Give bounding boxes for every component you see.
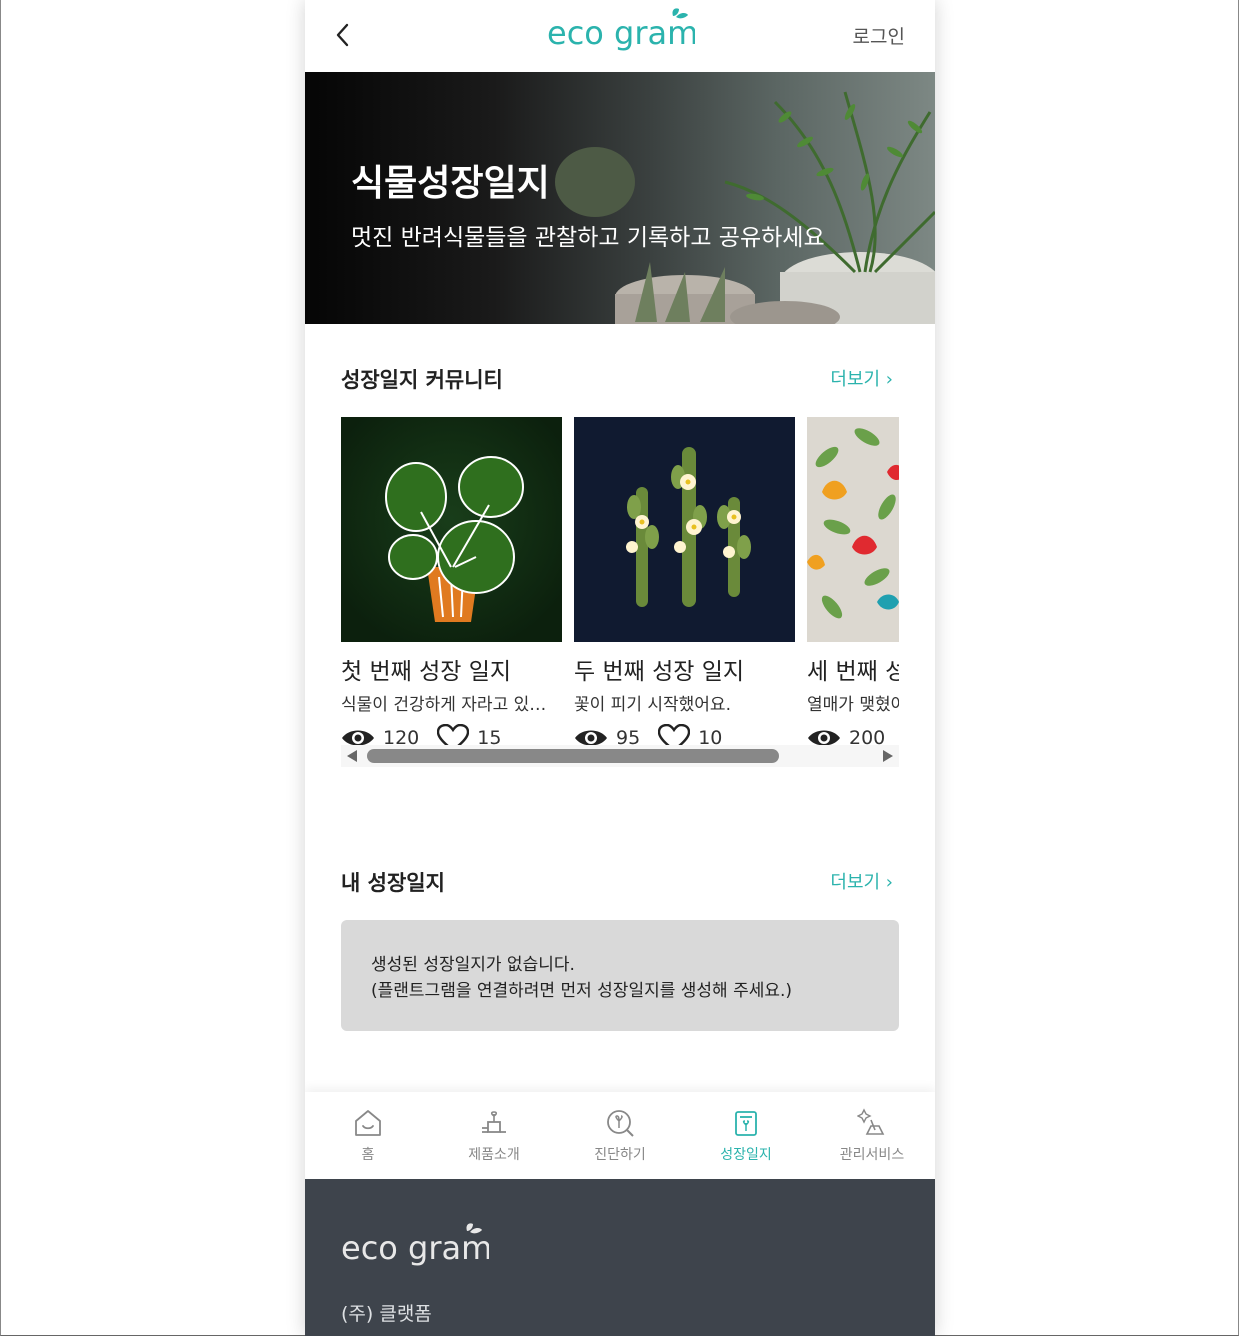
top-header: eco gram 로그인: [305, 0, 935, 72]
login-button[interactable]: 로그인: [853, 22, 905, 49]
monstera-image: [341, 417, 562, 642]
community-carousel[interactable]: 첫 번째 성장 일지 식물이 건강하게 자라고 있어요. 120 15 두 번째…: [341, 417, 899, 747]
card-title: 세 번째 성장 일지: [807, 659, 899, 685]
floral-pattern-image: [807, 417, 899, 642]
footer-company-name: (주) 클랫폼: [341, 1303, 432, 1325]
eco-gram-logo[interactable]: eco gram: [545, 4, 695, 56]
flowering-cactus-image: [574, 417, 795, 642]
community-more-link[interactable]: 더보기 ›: [830, 365, 893, 391]
card-stats: 120 15: [341, 721, 562, 747]
heart-icon[interactable]: [437, 724, 470, 747]
my-journal-section-title: 내 성장일지: [341, 871, 445, 895]
product-icon: [482, 1111, 506, 1133]
my-journal-more-link[interactable]: 더보기 ›: [830, 868, 893, 894]
view-count: 200: [849, 727, 886, 747]
diagnose-icon: [607, 1110, 634, 1137]
scroll-left-arrow-icon[interactable]: [347, 750, 357, 762]
nav-item-diagnose[interactable]: 진단하기: [557, 1092, 683, 1179]
hero-title: 식물성장일지: [351, 163, 550, 204]
eye-icon: [808, 730, 840, 746]
view-count: 95: [616, 727, 641, 747]
eye-icon: [575, 730, 607, 746]
svg-text:eco gram: eco gram: [341, 1229, 489, 1267]
journal-card[interactable]: 두 번째 성장 일지 꽃이 피기 시작했어요. 95 10: [574, 417, 795, 747]
card-title: 두 번째 성장 일지: [574, 659, 745, 685]
card-title: 첫 번째 성장 일지: [341, 659, 512, 685]
card-description: 식물이 건강하게 자라고 있어요.: [341, 695, 556, 715]
heart-icon[interactable]: [658, 724, 691, 747]
nav-label: 진단하기: [594, 1147, 646, 1163]
card-description: 꽃이 피기 시작했어요.: [574, 695, 731, 715]
bottom-navigation: 홈 제품소개 진단하기 성장일지 관리서비스: [305, 1092, 935, 1179]
like-count: 10: [698, 727, 723, 747]
journal-card[interactable]: 세 번째 성장 일지 열매가 맺혔어요. 200: [807, 417, 899, 747]
nav-item-home[interactable]: 홈: [305, 1092, 431, 1179]
community-section-title: 성장일지 커뮤니티: [341, 368, 503, 392]
footer-eco-gram-logo[interactable]: eco gram: [339, 1219, 489, 1271]
nav-label: 성장일지: [720, 1147, 772, 1163]
card-stats: 200: [807, 721, 899, 747]
nav-label: 관리서비스: [839, 1147, 905, 1163]
app-screen: eco gram 로그인 식물성장일지 멋진 반려식물들을 관찰하고 기록하고 …: [305, 0, 935, 1336]
svg-text:eco gram: eco gram: [547, 14, 695, 52]
like-count: 15: [477, 727, 502, 747]
nav-label: 제품소개: [468, 1147, 520, 1163]
nav-item-journal[interactable]: 성장일지: [683, 1092, 809, 1179]
carousel-scrollbar[interactable]: [341, 745, 899, 767]
nav-item-products[interactable]: 제품소개: [431, 1092, 557, 1179]
nav-item-care-service[interactable]: 관리서비스: [809, 1092, 935, 1179]
scrollbar-thumb[interactable]: [367, 749, 779, 763]
footer: eco gram (주) 클랫폼: [305, 1179, 935, 1336]
eye-icon: [342, 730, 374, 746]
nav-label: 홈: [361, 1147, 375, 1163]
empty-message-line2: (플랜트그램을 연결하려면 먼저 성장일지를 생성해 주세요.): [371, 981, 793, 1001]
care-service-icon: [857, 1108, 885, 1135]
journal-icon: [735, 1111, 757, 1136]
journal-card[interactable]: 첫 번째 성장 일지 식물이 건강하게 자라고 있어요. 120 15: [341, 417, 562, 747]
back-arrow-icon[interactable]: [329, 20, 359, 50]
empty-journal-message: 생성된 성장일지가 없습니다. (플랜트그램을 연결하려면 먼저 성장일지를 생…: [341, 920, 899, 1031]
card-description: 열매가 맺혔어요.: [807, 695, 899, 715]
view-count: 120: [383, 727, 420, 747]
scroll-right-arrow-icon[interactable]: [883, 750, 893, 762]
empty-message-line1: 생성된 성장일지가 없습니다.: [371, 955, 575, 975]
hero-subtitle: 멋진 반려식물들을 관찰하고 기록하고 공유하세요: [351, 225, 825, 251]
home-icon: [355, 1110, 381, 1136]
hero-banner: 식물성장일지 멋진 반려식물들을 관찰하고 기록하고 공유하세요: [305, 72, 935, 324]
card-stats: 95 10: [574, 721, 795, 747]
